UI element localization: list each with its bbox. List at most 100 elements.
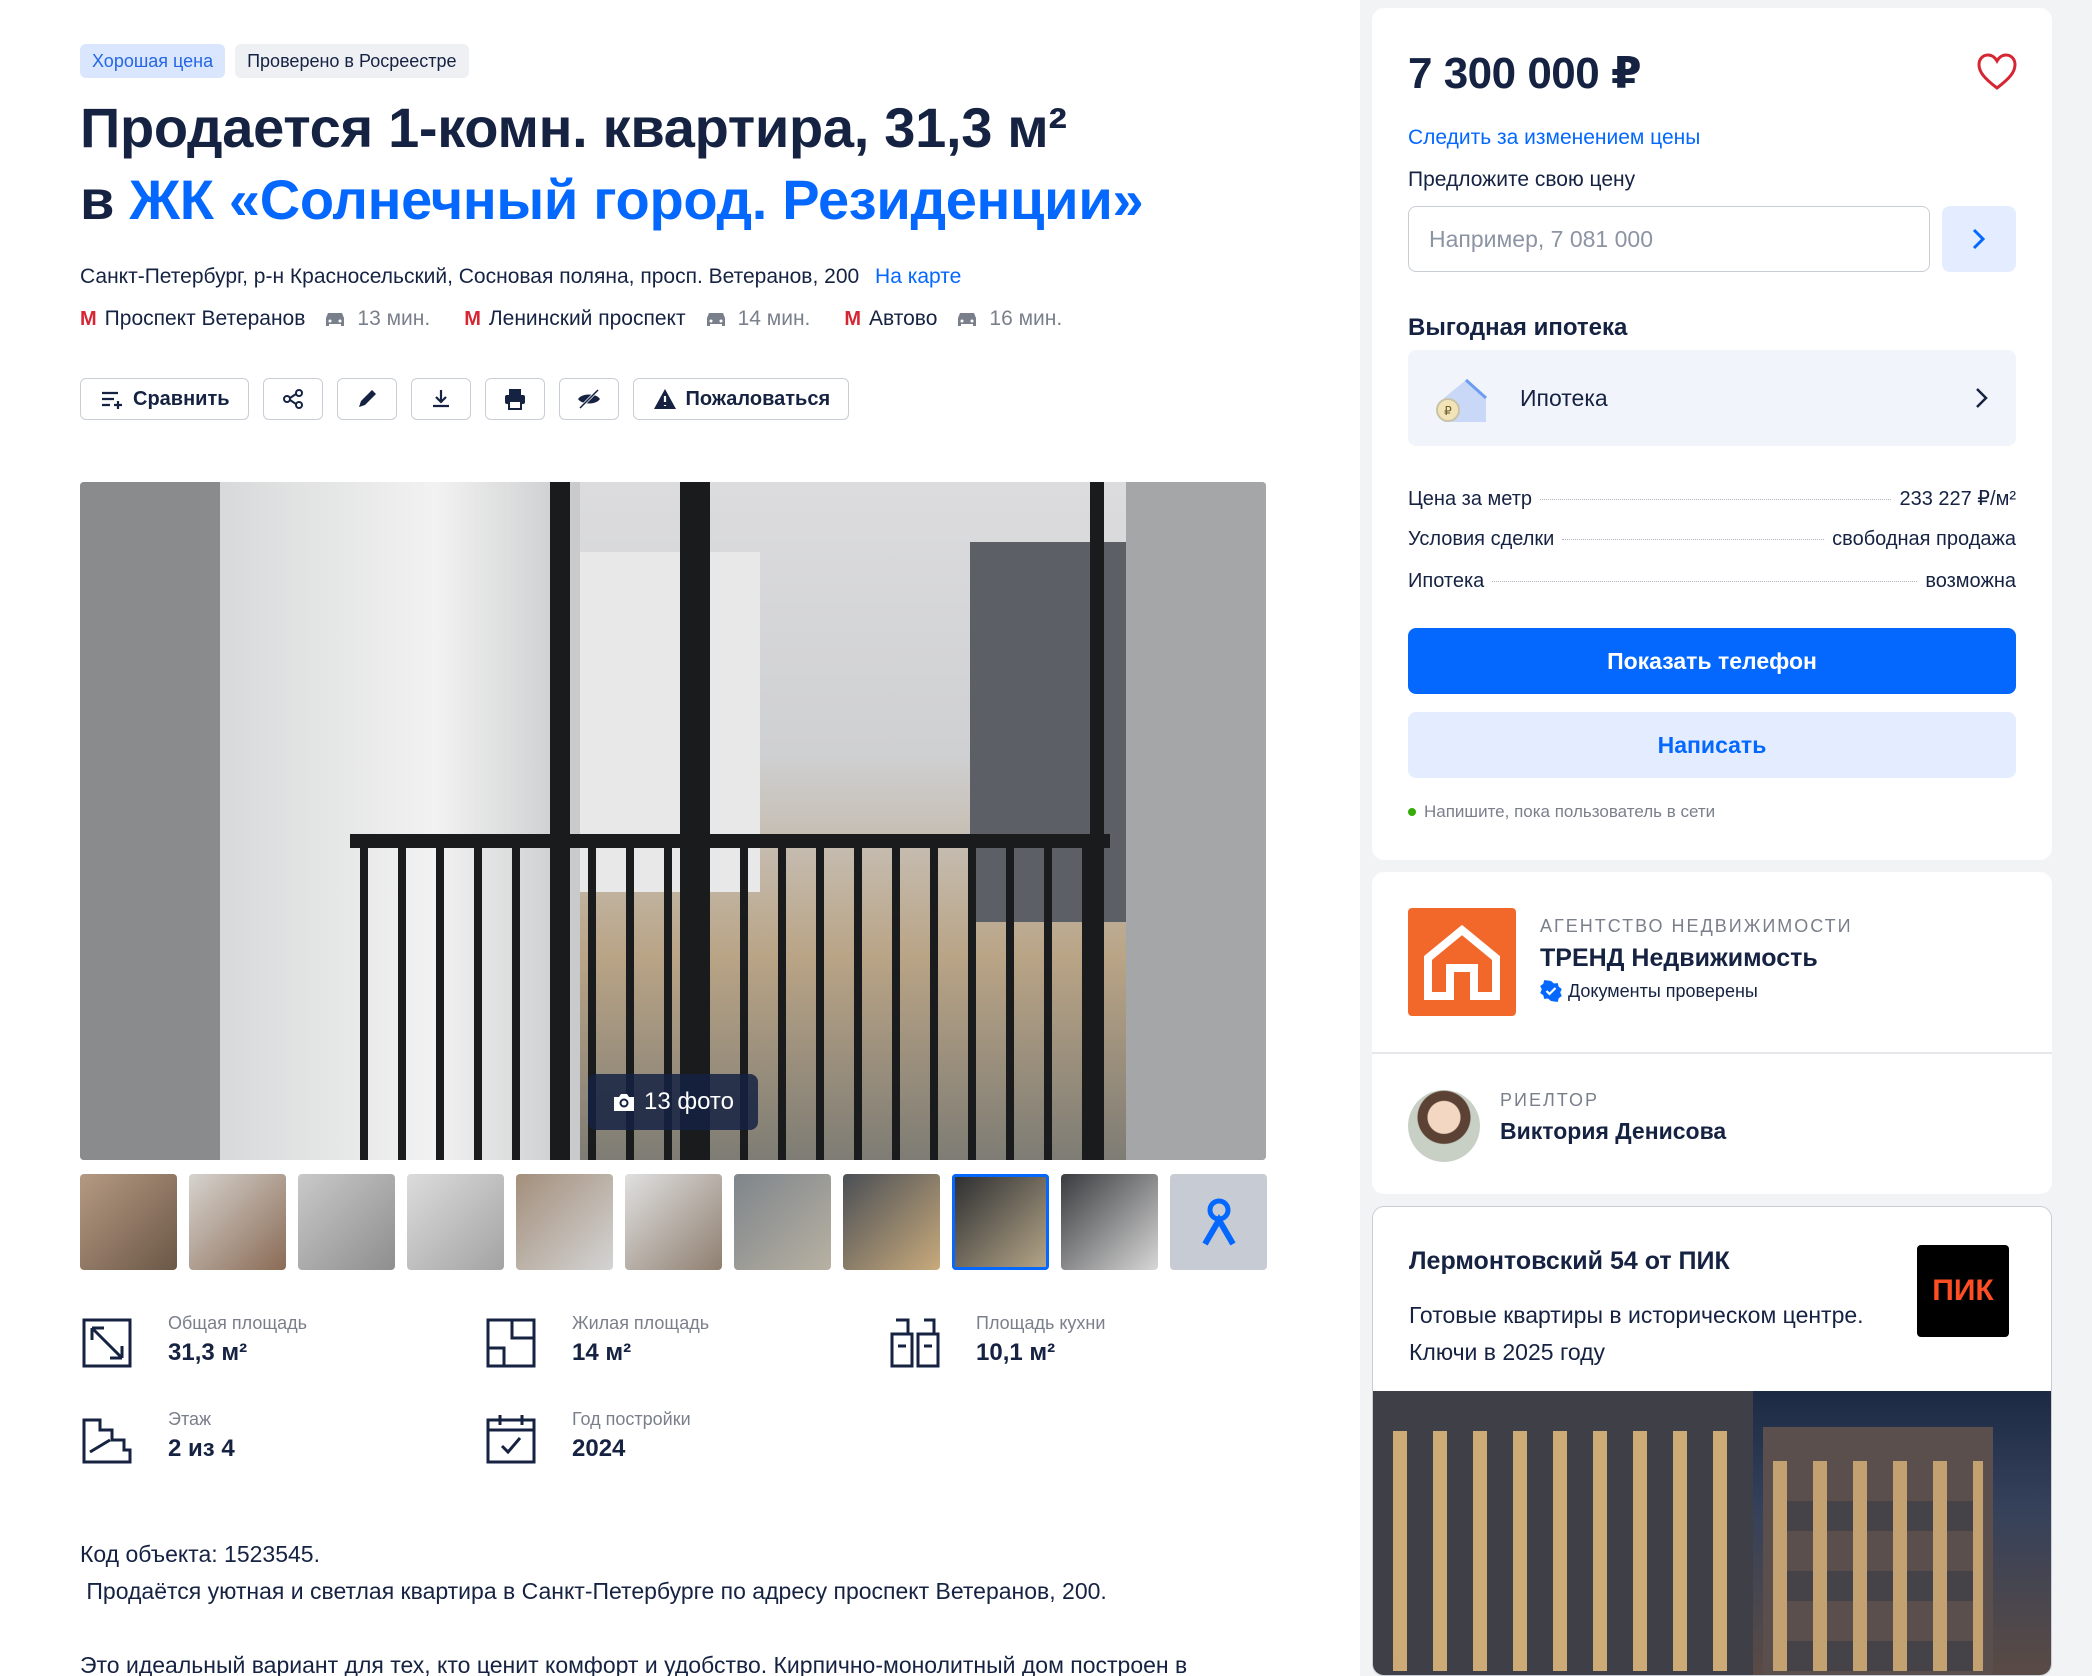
thumbnail-strip — [80, 1174, 1267, 1270]
metro-time: 13 мин. — [357, 307, 431, 330]
thumbnail[interactable] — [1061, 1174, 1158, 1270]
mortgage-button[interactable]: ₽ Ипотека — [1408, 350, 2016, 446]
price: 7 300 000 ₽ — [1408, 49, 1642, 98]
heart-icon[interactable] — [1976, 52, 2018, 92]
hide-eye-icon — [577, 388, 600, 410]
param-label: Жилая площадь — [572, 1313, 710, 1333]
stairs-icon — [82, 1418, 132, 1464]
complex-link[interactable]: ЖК «Солнечный город. Резиденции» — [129, 168, 1143, 231]
param-label: Год постройки — [572, 1409, 691, 1429]
registry-badge: Проверено в Росреестре — [235, 44, 469, 78]
hide-button[interactable] — [558, 378, 619, 420]
fact-row: Ипотека возможна — [1408, 570, 2016, 612]
param-total-area: Общая площадь 31,3 м² — [80, 1310, 307, 1370]
title-line: Продается 1-комн. квартира, 31,3 м² — [80, 96, 1067, 159]
metro-icon: M — [464, 308, 481, 330]
metro-time: 16 мин. — [989, 307, 1063, 330]
online-dot-icon — [1408, 808, 1416, 816]
share-button[interactable] — [262, 378, 323, 420]
listing-main: Хорошая цена Проверено в Росреестре Прод… — [0, 0, 1360, 1676]
description-line: Это идеальный вариант для тех, кто ценит… — [80, 1652, 1188, 1676]
thumbnail[interactable] — [516, 1174, 613, 1270]
thumbnail-selected[interactable] — [952, 1174, 1049, 1270]
fact-value: свободная продажа — [1832, 528, 2016, 550]
page-title: Продается 1-комн. квартира, 31,3 м² в ЖК… — [80, 92, 1280, 236]
metro-item[interactable]: M Автово 16 мин. — [844, 304, 1062, 334]
house-coin-icon: ₽ — [1436, 378, 1488, 422]
thumbnail[interactable] — [734, 1174, 831, 1270]
compare-icon — [102, 391, 122, 409]
map-thumbnail[interactable] — [1170, 1174, 1267, 1270]
car-icon — [326, 313, 345, 326]
note-button[interactable] — [336, 378, 397, 420]
badges: Хорошая цена Проверено в Росреестре — [80, 44, 469, 78]
good-price-badge: Хорошая цена — [80, 44, 226, 78]
compare-button[interactable]: Сравнить — [80, 378, 249, 420]
fact-row: Цена за метр 233 227 ₽/м² — [1408, 486, 2016, 528]
fact-dots — [1562, 539, 1825, 540]
fact-value: возможна — [1925, 570, 2016, 592]
map-link[interactable]: На карте — [875, 265, 961, 288]
verified-check-icon — [1540, 980, 1562, 1002]
thumbnail[interactable] — [298, 1174, 395, 1270]
agency-verified: Документы проверены — [1540, 980, 1758, 1002]
main-photo[interactable]: 13 фото — [80, 482, 1266, 1160]
address-text: Санкт-Петербург, р-н Красносельский, Сос… — [80, 265, 860, 288]
realtor-name[interactable]: Виктория Денисова — [1500, 1118, 1726, 1145]
agency-name[interactable]: ТРЕНД Недвижимость — [1540, 944, 1818, 973]
agency-type: АГЕНТСТВО НЕДВИЖИМОСТИ — [1540, 916, 1853, 936]
pik-logo: ПИК — [1917, 1245, 2009, 1337]
chevron-right-icon — [1976, 388, 1988, 408]
metro-time: 14 мин. — [737, 307, 811, 330]
svg-text:₽: ₽ — [1444, 404, 1452, 418]
avatar[interactable] — [1408, 1090, 1480, 1162]
metro-icon: M — [80, 308, 97, 330]
show-phone-button[interactable]: Показать телефон — [1408, 628, 2016, 694]
photo-counter-label: 13 фото — [644, 1088, 734, 1115]
thumbnail[interactable] — [625, 1174, 722, 1270]
fact-dots — [1492, 581, 1918, 582]
thumbnail[interactable] — [843, 1174, 940, 1270]
price-card: 7 300 000 ₽ Следить за изменением цены П… — [1372, 8, 2052, 860]
thumbnail[interactable] — [407, 1174, 504, 1270]
print-button[interactable] — [484, 378, 545, 420]
ad-image[interactable] — [1373, 1391, 2051, 1675]
share-icon — [282, 389, 303, 409]
metro-item[interactable]: M Проспект Ветеранов 13 мин. — [80, 304, 430, 334]
param-year: Год постройки 2024 — [484, 1406, 691, 1466]
param-label: Этаж — [168, 1409, 212, 1429]
ad-title[interactable]: Лермонтовский 54 от ПИК — [1409, 1247, 1730, 1276]
ad-text: Готовые квартиры в историческом центре. … — [1409, 1302, 1864, 1365]
thumbnail[interactable] — [80, 1174, 177, 1270]
download-button[interactable] — [410, 378, 471, 420]
offer-price-input[interactable] — [1408, 206, 1930, 272]
ad-windows — [1393, 1431, 1733, 1671]
param-value: 14 м² — [572, 1339, 632, 1366]
chevron-right-icon — [1972, 228, 1986, 250]
mortgage-header: Выгодная ипотека — [1408, 314, 1628, 341]
agency-logo-icon — [1424, 924, 1500, 1000]
photo-counter[interactable]: 13 фото — [588, 1074, 758, 1130]
param-kitchen-area: Площадь кухни 10,1 м² — [888, 1310, 1105, 1370]
param-living-area: Жилая площадь 14 м² — [484, 1310, 709, 1370]
metro-list: M Проспект Ветеранов 13 мин. M Ленинский… — [80, 304, 1096, 334]
compare-label: Сравнить — [133, 387, 230, 410]
complain-button[interactable]: Пожаловаться — [632, 378, 850, 420]
warning-icon — [653, 389, 676, 409]
agency-logo[interactable] — [1408, 908, 1516, 1016]
kitchen-icon — [890, 1318, 940, 1368]
param-value: 2024 — [572, 1435, 626, 1462]
printer-icon — [504, 389, 525, 410]
write-button[interactable]: Написать — [1408, 712, 2016, 778]
thumbnail[interactable] — [189, 1174, 286, 1270]
ad-card[interactable]: Лермонтовский 54 от ПИК Готовые квартиры… — [1372, 1206, 2052, 1676]
offer-submit-button[interactable] — [1942, 206, 2016, 272]
metro-item[interactable]: M Ленинский проспект 14 мин. — [464, 304, 810, 334]
ad-windows — [1773, 1461, 1983, 1671]
fact-label: Ипотека — [1408, 570, 1485, 592]
deal-facts: Цена за метр 233 227 ₽/м² Условия сделки… — [1408, 486, 2016, 612]
camera-icon — [614, 1094, 634, 1111]
param-floor: Этаж 2 из 4 — [80, 1406, 235, 1466]
track-price-link[interactable]: Следить за изменением цены — [1408, 126, 1700, 150]
